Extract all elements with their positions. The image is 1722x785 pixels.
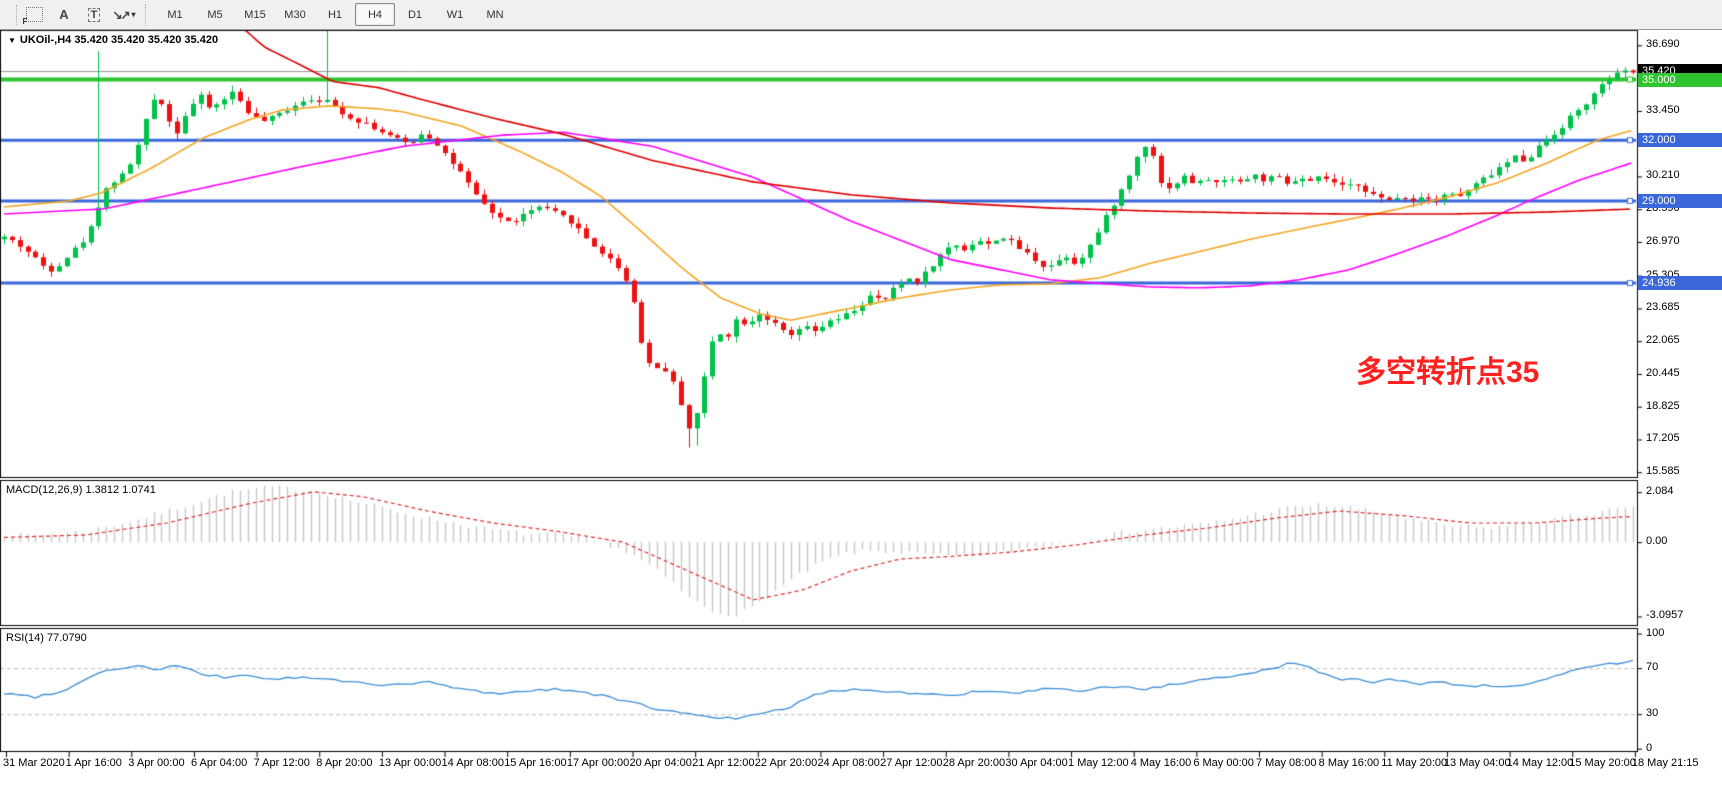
time-tick-label: 30 Apr 04:00 [1005,757,1067,769]
timeframe-w1[interactable]: W1 [435,3,475,26]
time-tick-label: 15 Apr 16:00 [504,757,566,769]
price-tick-label: 33.450 [1646,104,1680,116]
toolbar-grip[interactable] [2,5,17,25]
time-tick-label: 13 May 04:00 [1444,757,1511,769]
rsi-tick-label: 70 [1646,661,1658,673]
time-tick-label: 27 Apr 12:00 [880,757,942,769]
timeframe-d1[interactable]: D1 [395,3,435,26]
time-tick-label: 31 Mar 2020 [3,757,65,769]
rsi-tick-label: 30 [1646,707,1658,719]
timeframe-m30[interactable]: M30 [275,3,315,26]
price-tick-label: 20.445 [1646,367,1680,379]
time-tick-label: 22 Apr 20:00 [755,757,817,769]
timeframe-buttons: M1M5M15M30H1H4D1W1MN [155,3,515,26]
timeframe-m15[interactable]: M15 [235,3,275,26]
price-badge-35.000: 35.000 [1638,73,1722,87]
price-tick-label: 30.210 [1646,169,1680,181]
timeframe-mn[interactable]: MN [475,3,515,26]
time-tick-label: 17 Apr 00:00 [567,757,629,769]
time-tick-label: 6 Apr 04:00 [191,757,247,769]
price-tick-label: 22.065 [1646,334,1680,346]
time-tick-label: 11 May 20:00 [1381,757,1447,769]
time-tick-label: 8 May 16:00 [1319,757,1380,769]
time-tick-label: 13 Apr 00:00 [379,757,441,769]
time-tick-label: 8 Apr 20:00 [316,757,372,769]
price-tick-label: 26.970 [1646,235,1680,247]
timeframe-h4[interactable]: H4 [355,3,395,26]
price-badge-29.000: 29.000 [1638,194,1722,208]
mt4-window: FAT↘↗▾ M1M5M15M30H1H4D1W1MN ▼ UKOil-,H4 3… [0,0,1722,785]
rsi-indicator-label: RSI(14) 77.0790 [6,632,87,644]
time-tick-label: 7 May 08:00 [1256,757,1317,769]
macd-indicator-label: MACD(12,26,9) 1.3812 1.0741 [6,484,156,496]
timeframe-h1[interactable]: H1 [315,3,355,26]
tool-buttons: FAT↘↗▾ [19,3,139,27]
time-tick-label: 14 May 12:00 [1507,757,1574,769]
time-tick-label: 15 May 20:00 [1569,757,1636,769]
text-label-tool-icon[interactable]: T [80,3,108,27]
time-tick-label: 4 May 16:00 [1131,757,1192,769]
time-tick-label: 3 Apr 00:00 [128,757,184,769]
price-tick-label: 15.585 [1646,465,1680,477]
price-tick-label: 17.205 [1646,432,1680,444]
price-tick-label: 36.690 [1646,38,1680,50]
rsi-tick-label: 100 [1646,627,1664,639]
price-tick-label: 23.685 [1646,301,1680,313]
time-tick-label: 6 May 00:00 [1193,757,1254,769]
time-tick-label: 1 Apr 16:00 [66,757,122,769]
timeframe-m1[interactable]: M1 [155,3,195,26]
price-badge-32.000: 32.000 [1638,133,1722,147]
price-badge-24.936: 24.936 [1638,276,1722,290]
time-tick-label: 14 Apr 08:00 [442,757,504,769]
chart-canvas[interactable] [0,0,1722,785]
timeframe-m5[interactable]: M5 [195,3,235,26]
price-tick-label: 18.825 [1646,400,1680,412]
toolbar-separator [145,4,152,26]
time-tick-label: 1 May 12:00 [1068,757,1129,769]
chart-shift-icon[interactable]: F [20,3,48,27]
macd-tick-label: 0.00 [1646,535,1667,547]
chevron-down-icon[interactable]: ▼ [8,36,16,45]
symbol-title[interactable]: ▼ UKOil-,H4 35.420 35.420 35.420 35.420 [8,34,218,46]
rsi-tick-label: 0 [1646,742,1652,754]
time-tick-label: 21 Apr 12:00 [692,757,754,769]
time-tick-label: 24 Apr 08:00 [817,757,879,769]
annotation-text[interactable]: 多空转折点35 [1356,347,1539,391]
macd-tick-label: -3.0957 [1646,609,1683,621]
symbol-ohlc-text: UKOil-,H4 35.420 35.420 35.420 35.420 [20,34,218,46]
macd-tick-label: 2.084 [1646,485,1674,497]
time-tick-label: 28 Apr 20:00 [943,757,1005,769]
font-tool-icon[interactable]: A [50,3,78,27]
toolbar: FAT↘↗▾ M1M5M15M30H1H4D1W1MN [0,0,1722,30]
time-tick-label: 18 May 21:15 [1632,757,1699,769]
objects-tool-icon[interactable]: ↘↗▾ [110,3,138,27]
time-tick-label: 20 Apr 04:00 [630,757,692,769]
time-tick-label: 7 Apr 12:00 [254,757,310,769]
